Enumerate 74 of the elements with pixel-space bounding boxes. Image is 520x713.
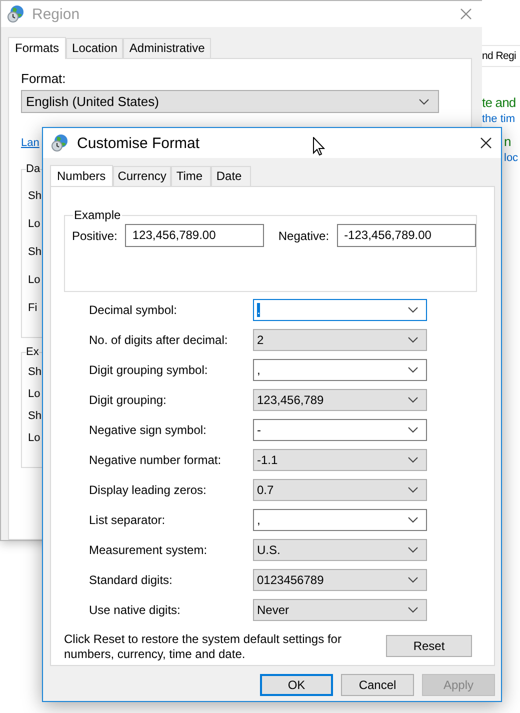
- group-label: Da: [26, 163, 40, 175]
- tab[interactable]: Administrative: [123, 38, 211, 58]
- format-dropdown[interactable]: English (United States): [21, 90, 439, 113]
- dropdown[interactable]: U.S.: [253, 539, 427, 561]
- setting-label: Decimal symbol:: [88, 303, 178, 317]
- chevron-down-icon: [408, 487, 418, 493]
- row-label: Lo: [28, 432, 40, 446]
- chevron-down-icon: [408, 577, 418, 583]
- dropdown[interactable]: 0123456789: [253, 569, 427, 591]
- group-label: Ex: [26, 346, 39, 358]
- negative-example-field: -123,456,789.00: [337, 224, 476, 247]
- tab[interactable]: Time: [171, 166, 212, 186]
- dialog-button[interactable]: OK: [260, 674, 333, 696]
- setting-label: No. of digits after decimal:: [88, 333, 229, 347]
- setting-label: Digit grouping:: [88, 393, 168, 407]
- globe-icon: [51, 134, 69, 152]
- row-label: Sh: [28, 190, 42, 204]
- tab[interactable]: Date: [211, 166, 252, 186]
- chevron-down-icon: [408, 337, 418, 343]
- field-label: Negative:: [278, 228, 330, 242]
- row-label: Lo: [28, 274, 40, 288]
- tab[interactable]: Location: [66, 38, 124, 58]
- group-label: Example: [73, 208, 122, 222]
- chevron-down-icon: [408, 517, 418, 523]
- dropdown[interactable]: 2: [253, 329, 427, 351]
- chevron-down-icon: [408, 367, 418, 373]
- setting-label: Display leading zeros:: [88, 483, 208, 497]
- link[interactable]: loc: [504, 152, 518, 165]
- reset-button[interactable]: Reset: [386, 635, 472, 657]
- combo-box[interactable]: -: [253, 419, 427, 441]
- reset-note: Click Reset to restore the system default settings for numbers, currency, time and date.: [64, 632, 342, 662]
- field-label: Format:: [21, 71, 67, 86]
- setting-label: Measurement system:: [88, 543, 208, 557]
- positive-example-field: 123,456,789.00: [125, 224, 264, 247]
- setting-label: Use native digits:: [88, 603, 182, 617]
- section-header: nd Regi: [482, 45, 520, 67]
- row-label: Sh: [28, 410, 42, 424]
- dialog-button[interactable]: Cancel: [341, 674, 414, 696]
- setting-label: List separator:: [88, 513, 166, 527]
- link[interactable]: Lan: [21, 137, 40, 149]
- close-icon[interactable]: [480, 137, 492, 149]
- globe-icon: [7, 5, 25, 23]
- chevron-down-icon: [419, 98, 429, 104]
- setting-label: Digit grouping symbol:: [88, 363, 209, 377]
- chevron-down-icon: [408, 427, 418, 433]
- section-heading: n: [504, 133, 511, 151]
- setting-label: Negative number format:: [88, 453, 222, 467]
- section-heading: te and: [482, 94, 516, 112]
- dropdown[interactable]: 123,456,789: [253, 389, 427, 411]
- link[interactable]: the tim: [482, 113, 516, 126]
- row-label: Lo: [28, 218, 40, 232]
- chevron-down-icon: [408, 397, 418, 403]
- chevron-down-icon: [408, 307, 418, 313]
- dropdown[interactable]: Never: [253, 599, 427, 621]
- chevron-down-icon: [408, 607, 418, 613]
- row-label: Sh: [28, 366, 42, 380]
- window-title: Region: [32, 6, 81, 22]
- setting-label: Negative sign symbol:: [88, 423, 208, 437]
- row-label: Fi: [28, 302, 38, 316]
- tab[interactable]: Currency: [112, 166, 172, 186]
- dropdown[interactable]: -1.1: [253, 449, 427, 471]
- chevron-down-icon: [408, 457, 418, 463]
- row-label: Sh: [28, 246, 42, 260]
- combo-box[interactable]: ,: [253, 359, 427, 381]
- dialog-title: Customise Format: [77, 134, 200, 152]
- setting-label: Standard digits:: [88, 573, 174, 587]
- dropdown[interactable]: 0.7: [253, 479, 427, 501]
- tab[interactable]: Numbers: [50, 165, 113, 187]
- combo-box[interactable]: ,: [253, 509, 427, 531]
- combo-box[interactable]: .: [253, 299, 427, 321]
- field-label: Positive:: [72, 228, 118, 242]
- row-label: Lo: [28, 388, 40, 402]
- chevron-down-icon: [408, 547, 418, 553]
- tab[interactable]: Formats: [8, 37, 66, 59]
